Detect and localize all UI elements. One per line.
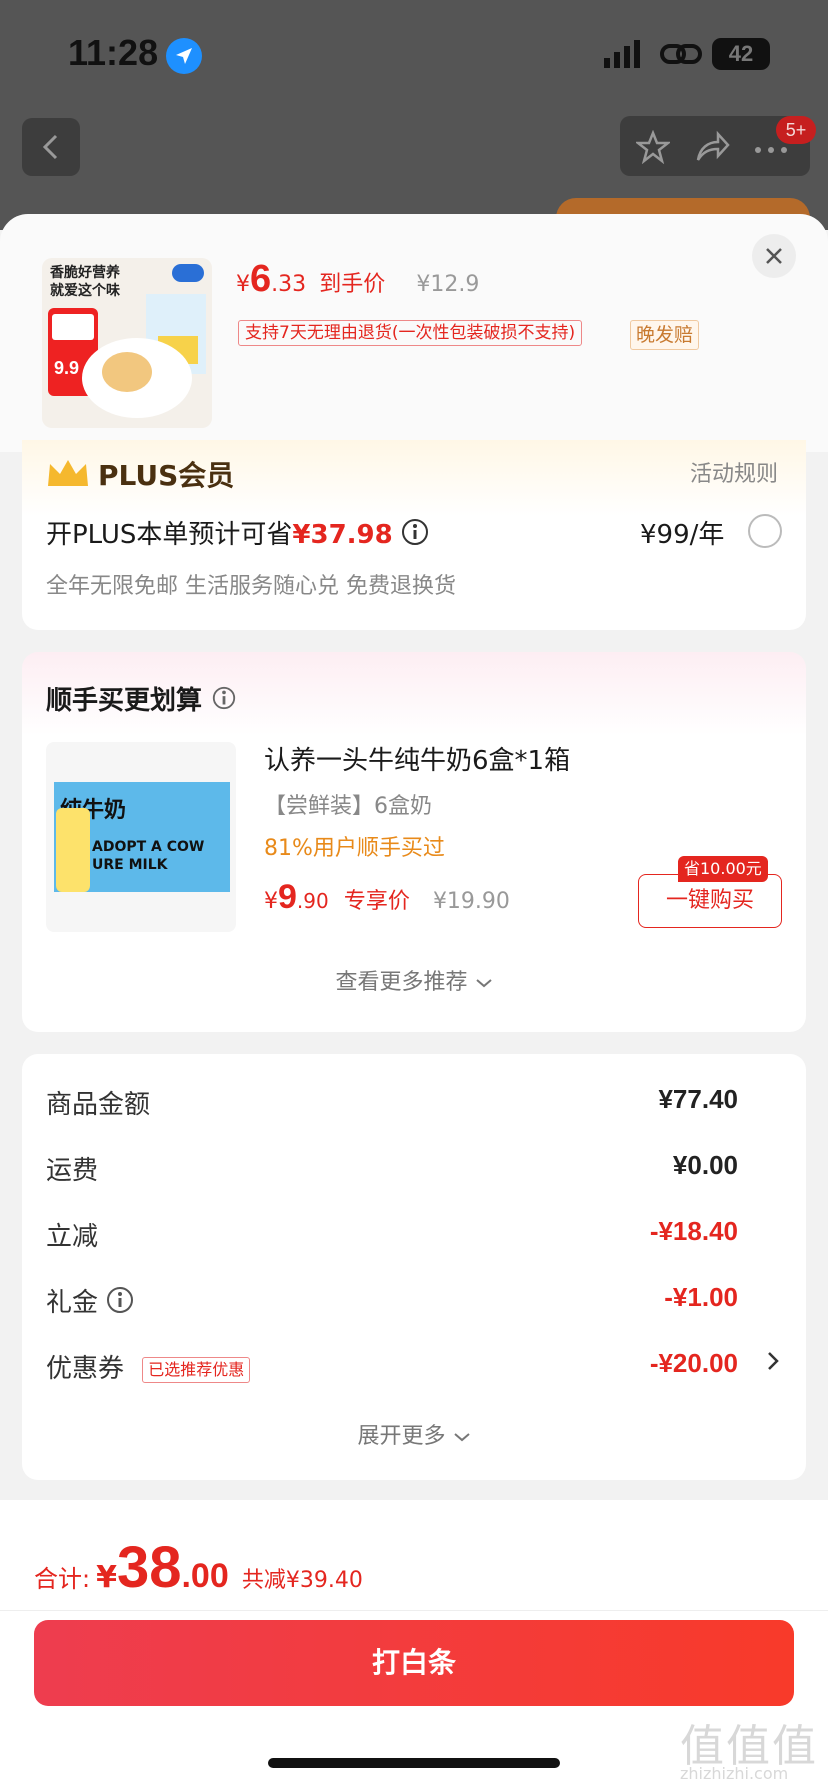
more-icon[interactable] [754, 140, 788, 159]
order-total: 合计: ¥38.00 共减¥39.40 [34, 1535, 363, 1600]
divider [0, 1610, 828, 1611]
crown-icon [46, 458, 90, 494]
star-favorite-icon[interactable] [634, 129, 672, 168]
recommended-item-name[interactable]: 认养一头牛纯牛奶6盒*1箱 [264, 740, 570, 777]
coupon-tag: 已选推荐优惠 [142, 1356, 251, 1383]
plus-membership-card: PLUS会员 活动规则 开PLUS本单预计可省¥37.98 ¥99/年 全年无限… [22, 440, 806, 630]
save-badge: 省10.00元 [678, 856, 768, 882]
chevron-right-icon [766, 1350, 780, 1378]
recommendation-card: 顺手买更划算 纯牛奶 ADOPT A COW URE MILK 认养一头牛纯牛奶… [22, 652, 806, 1032]
close-icon [766, 248, 782, 264]
thumbnail-slogan: 香脆好营养 就爱这个味 [50, 265, 120, 299]
cellular-signal-icon [604, 40, 644, 72]
product-thumbnail: 香脆好营养 就爱这个味 9.9 [42, 258, 212, 428]
chevron-down-icon [475, 979, 492, 988]
back-button[interactable] [22, 118, 80, 176]
personal-hotspot-icon [660, 40, 704, 74]
status-bar: 11:28 42 [0, 0, 828, 100]
battery-icon: 42 [712, 38, 770, 70]
home-indicator[interactable] [268, 1758, 560, 1768]
info-icon[interactable] [211, 685, 237, 718]
plus-price: ¥99/年 [640, 520, 725, 550]
info-icon[interactable] [401, 518, 429, 553]
order-summary-card: 商品金额 ¥77.40 运费 ¥0.00 立减 -¥18.40 礼金 -¥1.0… [22, 1054, 806, 1480]
status-time: 11:28 [68, 32, 159, 73]
brand-logo [172, 264, 204, 282]
location-arrow-icon [166, 38, 202, 74]
milk-product-image[interactable]: 纯牛奶 ADOPT A COW URE MILK [46, 742, 236, 932]
one-click-buy-button[interactable]: 一键购买 [638, 874, 782, 928]
final-price: ¥6.33 到手价 ¥12.9 [236, 258, 480, 300]
late-delivery-tag: 晚发赔 [630, 320, 700, 350]
summary-row-gift: 礼金 -¥1.00 [46, 1282, 786, 1322]
product-summary-header: 香脆好营养 就爱这个味 9.9 ¥6.33 到手价 ¥12.9 支持7天无理由退… [0, 214, 828, 452]
share-icon[interactable] [694, 130, 730, 168]
plus-select-radio[interactable] [748, 514, 782, 548]
recommended-item-price: ¥9.90 专享价 ¥19.90 [264, 878, 510, 916]
background-page: 11:28 42 5+ [0, 0, 828, 232]
recommended-item-stat: 81%用户顺手买过 [264, 836, 445, 861]
plus-title: PLUS会员 [98, 459, 235, 492]
close-button[interactable] [752, 234, 796, 278]
summary-row-goods: 商品金额 ¥77.40 [46, 1084, 738, 1120]
summary-row-coupon[interactable]: 优惠券 已选推荐优惠 -¥20.00 [46, 1348, 786, 1388]
summary-row-discount: 立减 -¥18.40 [46, 1216, 738, 1252]
chevron-down-icon [453, 1433, 470, 1442]
more-recommendations-link[interactable]: 查看更多推荐 [22, 964, 806, 996]
recommendation-title: 顺手买更划算 [46, 680, 237, 718]
recommended-item-spec: 【尝鲜装】6盒奶 [264, 794, 432, 819]
watermark-url: zhizhizhi.com [680, 1764, 789, 1783]
pay-button[interactable]: 打白条 [34, 1620, 794, 1706]
activity-rules-link[interactable]: 活动规则 [690, 456, 778, 488]
plus-benefits: 全年无限免邮 生活服务随心兑 免费退换货 [46, 574, 456, 599]
plus-savings: 开PLUS本单预计可省¥37.98 [46, 514, 429, 553]
total-reduction: 共减¥39.40 [241, 1568, 363, 1593]
final-price-label: 到手价 [319, 272, 386, 297]
return-policy-tag: 支持7天无理由退货(一次性包装破损不支持) [238, 320, 583, 346]
expand-more-link[interactable]: 展开更多 [22, 1418, 806, 1450]
message-badge: 5+ [776, 116, 816, 144]
original-price: ¥12.9 [416, 272, 480, 297]
summary-row-shipping: 运费 ¥0.00 [46, 1150, 738, 1186]
info-icon[interactable] [106, 1286, 134, 1321]
